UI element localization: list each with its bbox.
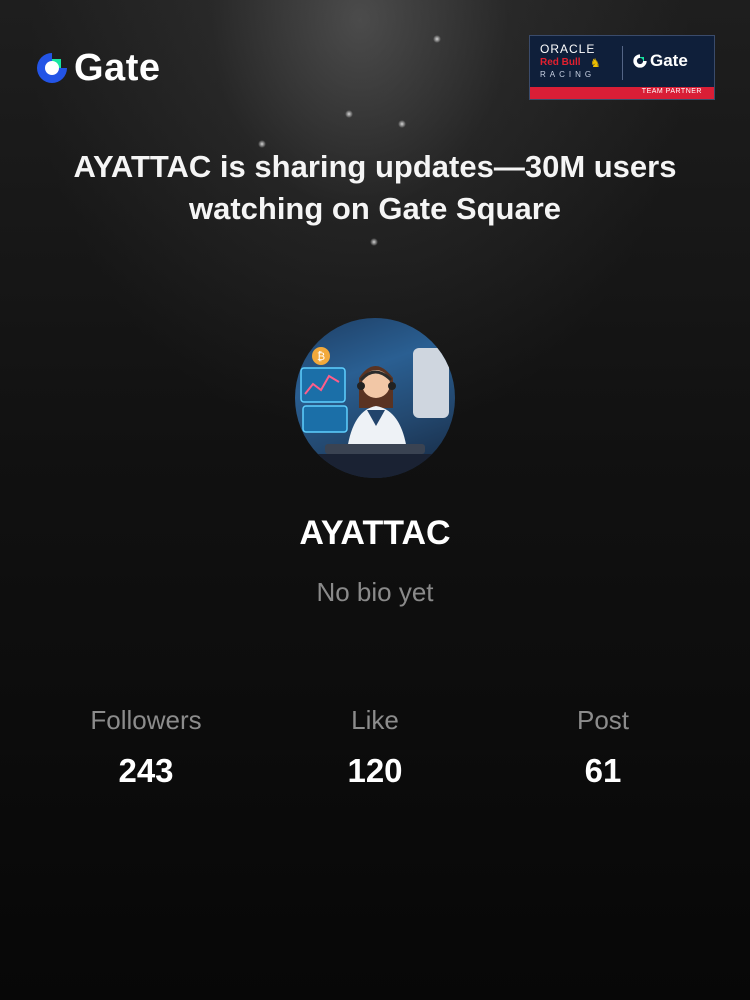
sparkle [345,110,353,118]
racing-text: RACING [540,70,596,79]
stat-label: Followers [90,705,202,735]
bull-icon: ♞ [590,56,601,70]
stat-value: 120 [347,752,403,789]
stat-label: Post [576,705,630,735]
badge-divider [622,46,623,80]
gate-logo-icon [37,53,67,83]
username: AYATTAC [299,514,451,552]
avatar[interactable]: ₿ [295,318,455,478]
team-partner-badge: ORACLE Red Bull ♞ RACING Gate TEAM PARTN… [529,35,715,100]
team-partner-label: TEAM PARTNER [641,88,702,95]
badge-gate-logo: Gate [632,51,688,71]
stat-value: 243 [118,752,174,789]
stat-like[interactable]: Like 120 [275,704,475,791]
stat-value: 61 [584,752,622,789]
sparkle [370,238,378,246]
page-headline: AYATTAC is sharing updates—30M users wat… [73,149,677,226]
stat-followers[interactable]: Followers 243 [46,704,246,791]
badge-strip: TEAM PARTNER [530,87,714,99]
oracle-text: ORACLE [540,42,596,56]
gate-logo-text: Gate [74,47,161,89]
stat-post[interactable]: Post 61 [503,704,703,791]
gate-logo: Gate [34,47,161,89]
redbull-text: Red Bull [540,57,581,68]
svg-text:₿: ₿ [317,350,325,363]
user-bio: No bio yet [316,577,434,607]
sparkle [398,120,406,128]
gate-logo-icon [633,54,647,68]
stat-label: Like [351,705,399,735]
sparkle [433,35,441,43]
avatar-icon: ₿ [295,347,455,478]
